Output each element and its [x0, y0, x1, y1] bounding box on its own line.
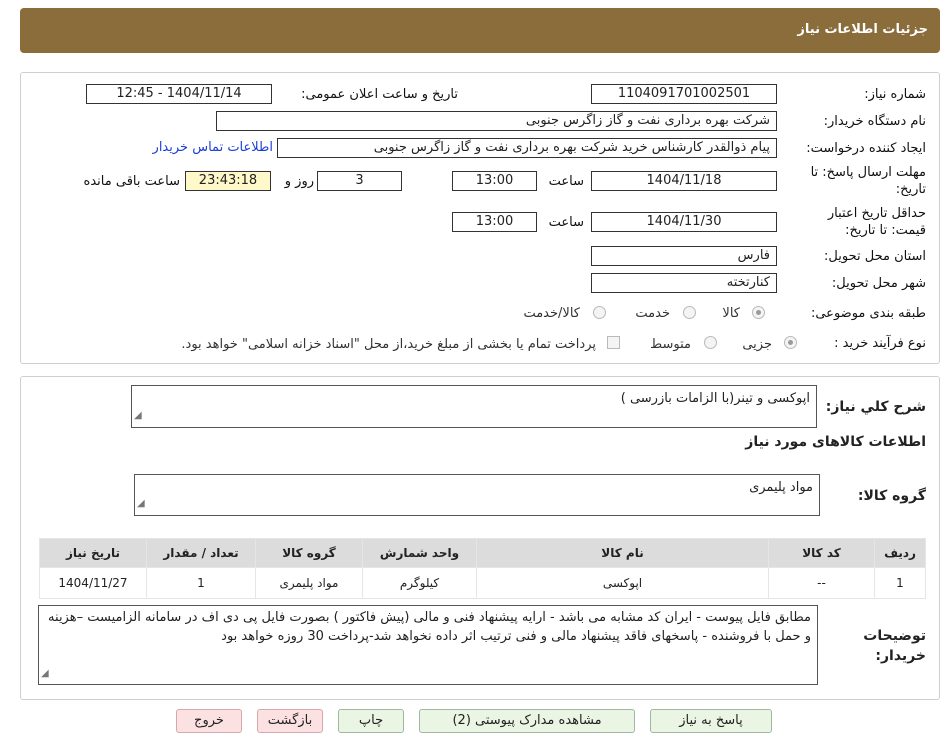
province-field[interactable]: فارس [591, 246, 777, 266]
buyer-org-field[interactable]: شرکت بهره برداری نفت و گاز زاگرس جنوبی [216, 111, 777, 131]
send-deadline-label: مهلت ارسال پاسخ: تا تاریخ: [810, 165, 926, 197]
col-unit: واحد شمارش [362, 538, 477, 568]
page-header: جزئیات اطلاعات نیاز [20, 8, 940, 53]
col-quantity: تعداد / مقدار [146, 538, 256, 568]
goods-group-textarea[interactable]: مواد پلیمری ◢ [134, 474, 820, 516]
category-option-goods: کالا [722, 306, 740, 321]
price-validity-label: حداقل تاریخ اعتبار قیمت: تا تاریخ: [827, 206, 926, 238]
category-label: طبقه بندی موضوعی: [810, 306, 926, 321]
goods-group-label: گروه کالا: [857, 488, 926, 504]
need-number-label: شماره نیاز: [864, 87, 926, 102]
table-row[interactable]: 1 -- اپوکسی کیلوگرم مواد پلیمری 1 1404/1… [39, 567, 926, 599]
price-validity-time-field[interactable]: 13:00 [452, 212, 537, 232]
resize-grip-icon[interactable]: ◢ [41, 664, 49, 683]
summary-label: شرح کلي نياز: [825, 399, 926, 415]
cell-item-code: -- [768, 567, 875, 599]
summary-textarea[interactable]: اپوکسی و تینر(با الزامات بازرسی ) ◢ [131, 385, 817, 428]
city-field[interactable]: کنارتخته [591, 273, 777, 293]
reply-button[interactable]: پاسخ به نیاز [650, 709, 772, 733]
col-need-date: تاریخ نیاز [39, 538, 147, 568]
send-deadline-time-label: ساعت [548, 174, 584, 189]
cell-unit: کیلوگرم [362, 567, 477, 599]
page-title: جزئیات اطلاعات نیاز [797, 22, 928, 37]
resize-grip-icon[interactable]: ◢ [134, 406, 142, 426]
price-validity-date-field[interactable]: 1404/11/30 [591, 212, 777, 232]
remaining-time-field: 23:43:18 [185, 171, 271, 191]
need-number-field[interactable]: 1104091701002501 [591, 84, 777, 104]
announce-datetime-label: تاریخ و ساعت اعلان عمومی: [301, 87, 458, 102]
cell-goods-group: مواد پلیمری [255, 567, 363, 599]
price-validity-time-label: ساعت [548, 215, 584, 230]
col-item-name: نام کالا [476, 538, 769, 568]
province-label: استان محل تحویل: [824, 249, 926, 264]
category-option-service: خدمت [635, 306, 670, 321]
print-button[interactable]: چاپ [338, 709, 404, 733]
process-option-minor: جزیی [742, 337, 772, 352]
process-radio-medium[interactable] [704, 336, 717, 349]
treasury-note: پرداخت تمام یا بخشی از مبلغ خرید،از محل … [181, 337, 596, 352]
category-radio-goods-service[interactable] [593, 306, 606, 319]
cell-row-number: 1 [874, 567, 926, 599]
send-deadline-time-field[interactable]: 13:00 [452, 171, 537, 191]
category-radio-goods[interactable] [752, 306, 765, 319]
goods-section-title: اطلاعات کالاهای مورد نیاز [745, 434, 926, 450]
col-item-code: کد کالا [768, 538, 875, 568]
category-radio-service[interactable] [683, 306, 696, 319]
send-deadline-date-field[interactable]: 1404/11/18 [591, 171, 777, 191]
table-header-row: ردیف کد کالا نام کالا واحد شمارش گروه کا… [39, 538, 926, 568]
process-radio-minor[interactable] [784, 336, 797, 349]
process-option-medium: متوسط [650, 337, 691, 352]
cell-need-date: 1404/11/27 [39, 567, 147, 599]
cell-item-name: اپوکسی [476, 567, 769, 599]
items-table: ردیف کد کالا نام کالا واحد شمارش گروه کا… [39, 538, 926, 599]
buyer-org-label: نام دستگاه خریدار: [823, 114, 926, 129]
summary-text: اپوکسی و تینر(با الزامات بازرسی ) [620, 391, 810, 406]
goods-group-text: مواد پلیمری [749, 480, 813, 495]
treasury-checkbox[interactable] [607, 336, 620, 349]
remaining-time-label: ساعت باقی مانده [83, 174, 180, 189]
city-label: شهر محل تحویل: [831, 276, 926, 291]
requester-field[interactable]: پیام ذوالقدر کارشناس خرید شرکت بهره بردا… [277, 138, 777, 158]
col-goods-group: گروه کالا [255, 538, 363, 568]
exit-button[interactable]: خروج [176, 709, 242, 733]
attachments-button[interactable]: مشاهده مدارک پیوستی (2) [419, 709, 635, 733]
announce-datetime-field[interactable]: 1404/11/14 - 12:45 [86, 84, 272, 104]
cell-quantity: 1 [146, 567, 256, 599]
col-row-number: ردیف [874, 538, 926, 568]
process-label: نوع فرآیند خرید : [834, 336, 926, 351]
days-and-label: روز و [284, 174, 314, 189]
category-option-goods-service: کالا/خدمت [523, 306, 580, 321]
days-field[interactable]: 3 [317, 171, 402, 191]
resize-grip-icon[interactable]: ◢ [137, 494, 145, 514]
buyer-contact-link[interactable]: اطلاعات تماس خریدار [153, 140, 273, 155]
back-button[interactable]: بازگشت [257, 709, 323, 733]
buyer-notes-label: توضیحات خریدار: [863, 628, 926, 664]
buyer-notes-text: مطابق فایل پیوست - ایران کد مشابه می باش… [48, 610, 811, 644]
buyer-notes-textarea[interactable]: مطابق فایل پیوست - ایران کد مشابه می باش… [38, 605, 818, 685]
requester-label: ایجاد کننده درخواست: [806, 141, 926, 156]
